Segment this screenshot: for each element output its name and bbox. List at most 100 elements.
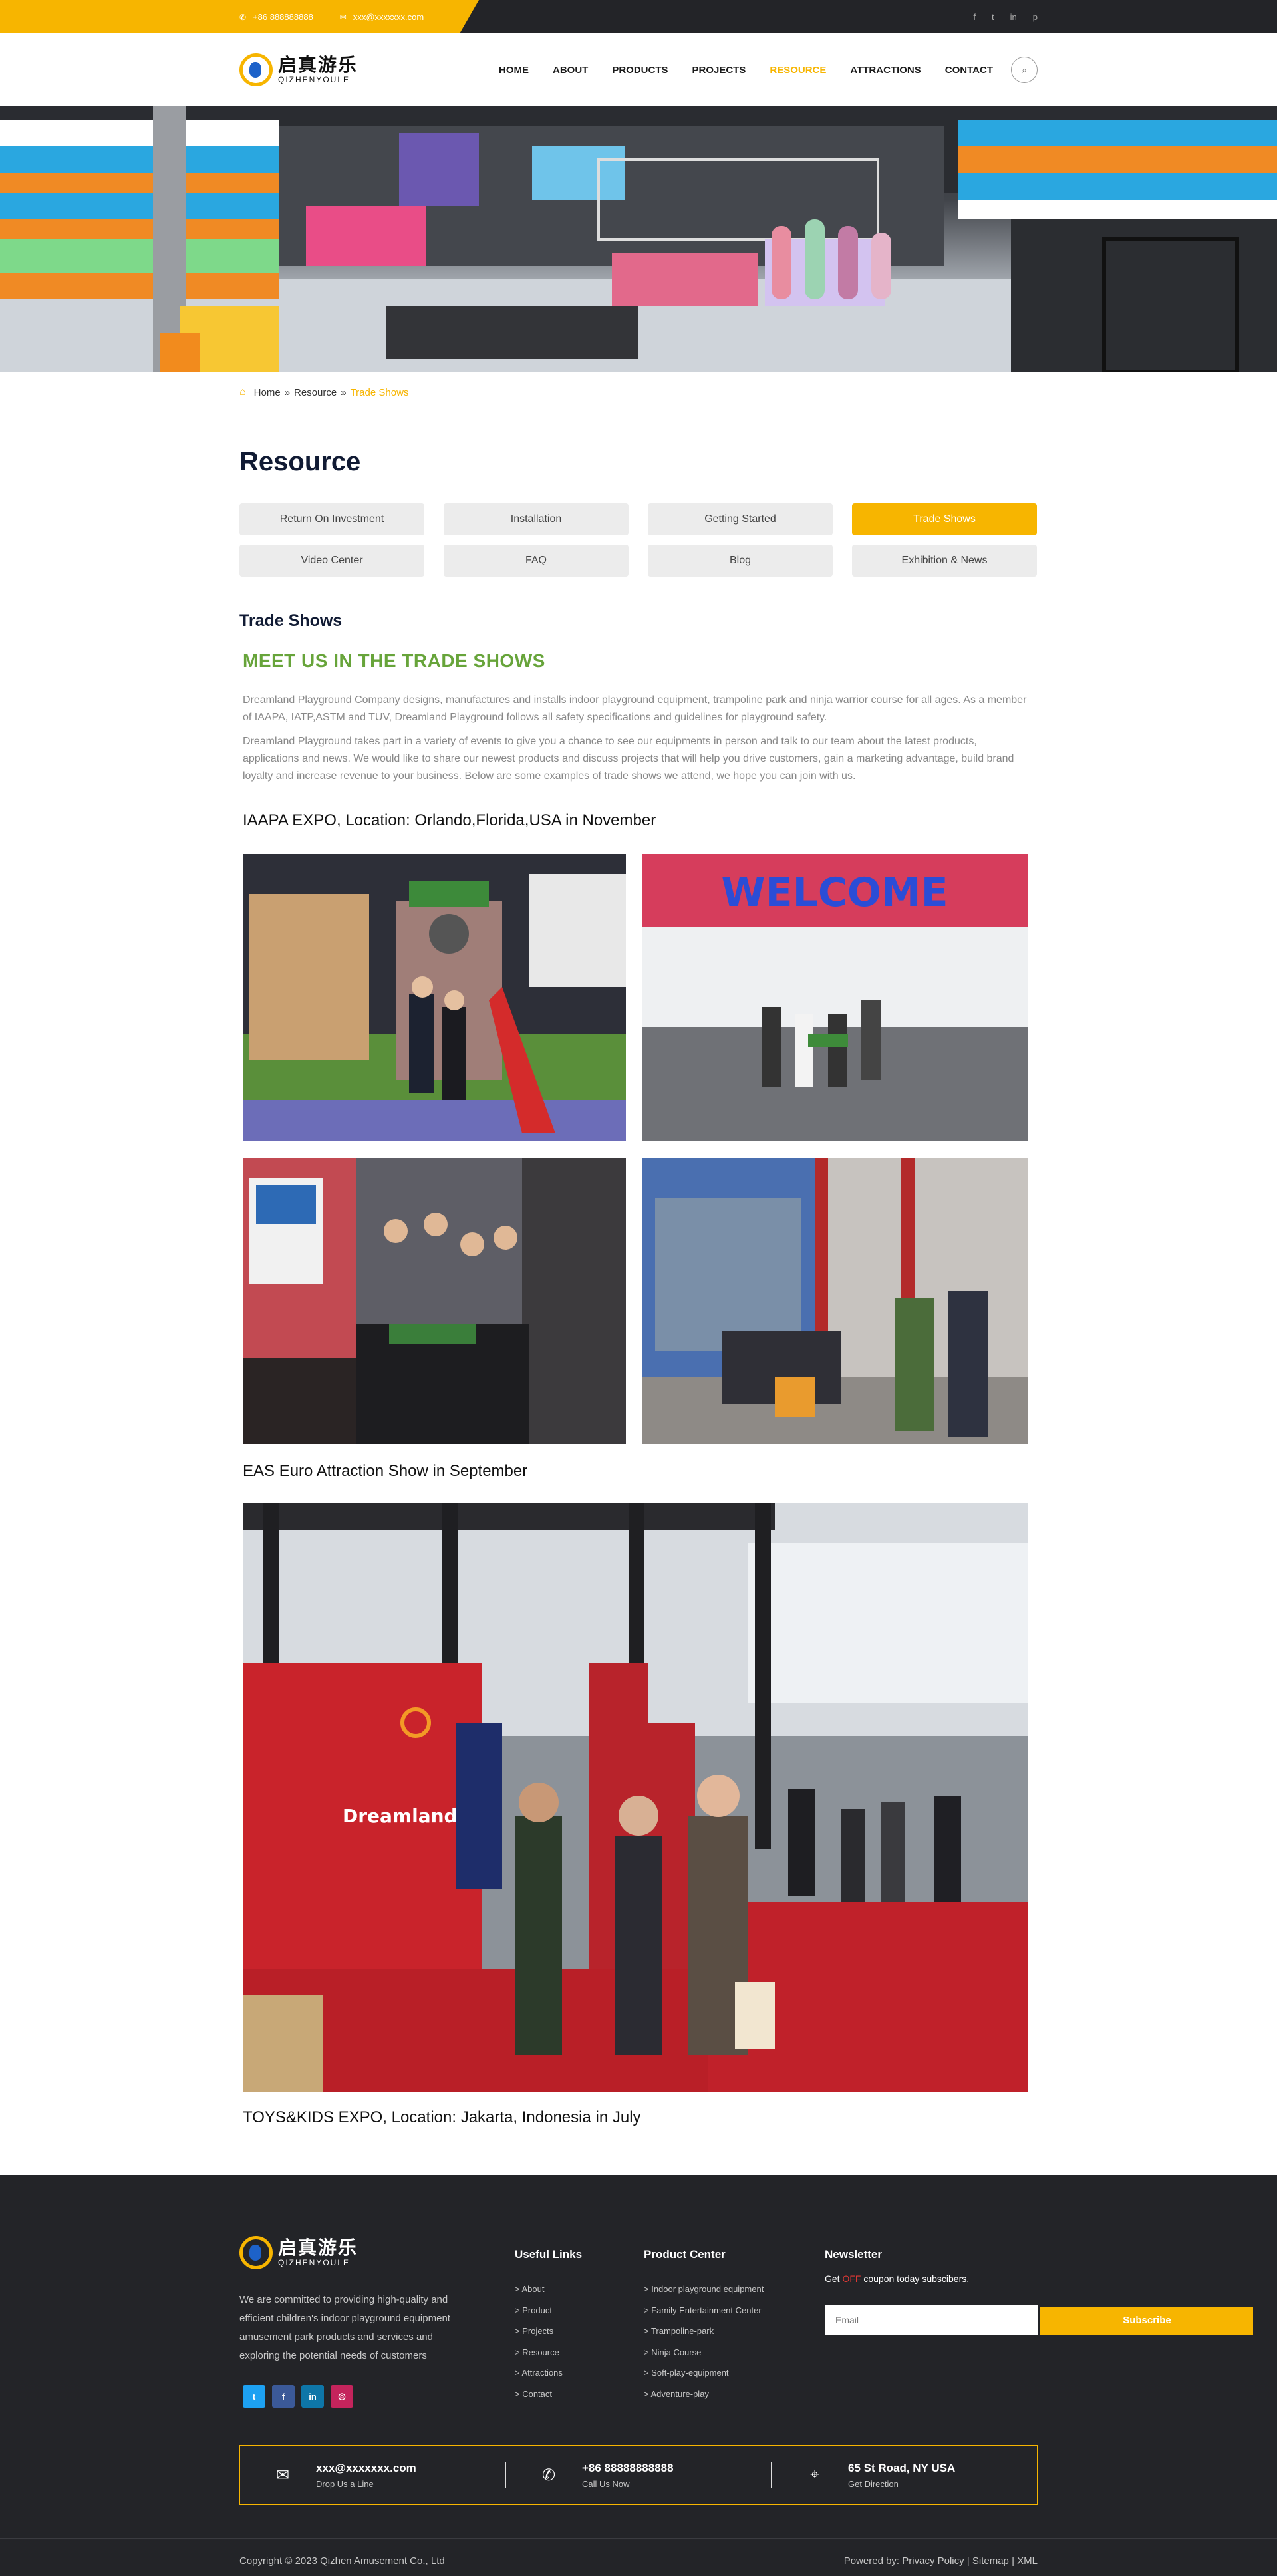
footer-logo-name-en: QIZHENYOULE [278, 2258, 351, 2267]
site-logo[interactable]: 启真游乐 QIZHENYOULE [239, 53, 499, 86]
events-paragraph: Dreamland Playground takes part in a var… [243, 736, 1014, 782]
breadcrumb-resource[interactable]: Resource [294, 387, 337, 398]
nav-item-home[interactable]: HOME [499, 65, 529, 76]
photo-toys-kids-booth[interactable]: Dreamland [243, 1503, 1028, 2092]
sitemap-link[interactable]: Sitemap [972, 2555, 1009, 2567]
footer-bottom: Copyright © 2023 Qizhen Amusement Co., L… [239, 2555, 1038, 2567]
breadcrumb-home[interactable]: Home [254, 387, 281, 398]
linkedin-icon[interactable]: in [301, 2385, 324, 2408]
footer-link[interactable]: > Trampoline-park [644, 2326, 764, 2347]
footer-socials: t f in ◎ [243, 2385, 353, 2408]
breadcrumb-separator: » [284, 386, 291, 398]
nav-item-contact[interactable]: CONTACT [945, 65, 993, 76]
tab-faq[interactable]: FAQ [444, 545, 629, 577]
contact-item[interactable]: ⌖ 65 St Road, NY USA Get Direction [771, 2461, 1037, 2489]
tab-video-center[interactable]: Video Center [239, 545, 424, 577]
copyright: Copyright © 2023 Qizhen Amusement Co., L… [239, 2555, 445, 2567]
nav-item-attractions[interactable]: ATTRACTIONS [850, 65, 921, 76]
footer-description: We are committed to providing high-quali… [239, 2294, 450, 2361]
photo-iaapa-welcome[interactable]: WELCOME [642, 854, 1028, 1141]
tab-installation[interactable]: Installation [444, 503, 629, 535]
facebook-icon[interactable]: f [272, 2385, 295, 2408]
footer-contact-box: ✉ xxx@xxxxxxx.com Drop Us a Line ✆ +86 88888… [239, 2445, 1038, 2505]
mail-icon: ✉ [275, 2466, 290, 2484]
footer-logo-name-cn: 启真游乐 [278, 2237, 358, 2258]
footer-link[interactable]: > Soft-play-equipment [644, 2368, 764, 2389]
footer-logo[interactable]: 启真游乐 QIZHENYOULE [239, 2236, 499, 2269]
twitter-icon[interactable]: t [992, 12, 994, 22]
contact-sub: Call Us Now [582, 2478, 630, 2489]
logo-mark-icon [239, 2236, 273, 2269]
footer-link[interactable]: > Resource [515, 2347, 582, 2368]
nav-item-products[interactable]: PRODUCTS [612, 65, 668, 76]
footer-link[interactable]: > Contact [515, 2389, 582, 2410]
breadcrumb-current: Trade Shows [350, 386, 409, 398]
tab-blog[interactable]: Blog [648, 545, 833, 577]
contact-item[interactable]: ✆ +86 88888888888 Call Us Now [505, 2461, 771, 2489]
privacy-link[interactable]: Privacy Policy [902, 2555, 964, 2567]
twitter-icon[interactable]: t [243, 2385, 265, 2408]
contact-sub: Get Direction [848, 2478, 899, 2489]
footer-newsletter: Newsletter Get OFF coupon today subscibe… [825, 2248, 1254, 2335]
footer-separator: | [1012, 2555, 1014, 2567]
trade-shows-heading: MEET US IN THE TRADE SHOWS [243, 650, 545, 671]
footer-link[interactable]: > Ninja Course [644, 2347, 764, 2368]
footer-link[interactable]: > Indoor playground equipment [644, 2284, 764, 2305]
xml-link[interactable]: XML [1017, 2555, 1038, 2567]
main-nav: HOME ABOUT PRODUCTS PROJECTS RESOURCE ATTRACT… [499, 65, 993, 76]
newsletter-text: Get OFF coupon today subscibers. [825, 2273, 970, 2284]
footer-divider [0, 2538, 1277, 2539]
contact-item[interactable]: ✉ xxx@xxxxxxx.com Drop Us a Line [240, 2461, 505, 2489]
tab-return-on-investment[interactable]: Return On Investment [239, 503, 424, 535]
breadcrumb: ⌂ Home » Resource » Trade Shows [0, 372, 1277, 412]
subscribe-button[interactable]: Subscribe [1040, 2306, 1254, 2335]
contact-main: 65 St Road, NY USA [848, 2461, 956, 2474]
location-icon: ⌖ [810, 2466, 819, 2484]
logo-mark-icon [239, 53, 273, 86]
contact-sub: Drop Us a Line [316, 2478, 374, 2489]
logo-name-cn: 启真游乐 [278, 55, 358, 75]
top-socials: f t in p [973, 0, 1038, 33]
linkedin-icon[interactable]: in [1010, 12, 1017, 22]
top-email[interactable]: ✉ xxx@xxxxxxx.com [340, 12, 424, 22]
welcome-sign: WELCOME [721, 869, 948, 916]
search-button[interactable]: ⌕ [1011, 57, 1038, 83]
main-content: Resource Return On Investment Installatio… [239, 447, 1038, 785]
product-center-title: Product Center [644, 2248, 726, 2261]
breadcrumb-separator: » [341, 386, 347, 398]
home-icon[interactable]: ⌂ [239, 386, 246, 398]
footer-link[interactable]: > Projects [515, 2326, 582, 2347]
contact-main: +86 88888888888 [582, 2461, 674, 2474]
nav-item-projects[interactable]: PROJECTS [692, 65, 746, 76]
newsletter-email-input[interactable] [825, 2305, 1038, 2335]
tab-trade-shows[interactable]: Trade Shows [852, 503, 1037, 535]
contact-main: xxx@xxxxxxx.com [316, 2461, 416, 2474]
useful-links-title: Useful Links [515, 2248, 583, 2261]
tab-exhibition-news[interactable]: Exhibition & News [852, 545, 1037, 577]
page-title: Resource [239, 447, 361, 476]
instagram-icon[interactable]: ◎ [331, 2385, 353, 2408]
show-caption-eas: EAS Euro Attraction Show in September [243, 1462, 528, 1480]
logo-name-en: QIZHENYOULE [278, 75, 351, 84]
photo-iaapa-booth-visitors[interactable] [642, 1158, 1028, 1444]
tab-getting-started[interactable]: Getting Started [648, 503, 833, 535]
nav-item-resource[interactable]: RESOURCE [770, 65, 826, 76]
newsletter-title: Newsletter [825, 2248, 882, 2261]
footer-link[interactable]: > Family Entertainment Center [644, 2305, 764, 2327]
nav-item-about[interactable]: ABOUT [553, 65, 588, 76]
footer-link[interactable]: > Adventure-play [644, 2389, 764, 2410]
footer-link[interactable]: > About [515, 2284, 582, 2305]
phone-icon: ✆ [541, 2466, 556, 2484]
footer-link[interactable]: > Attractions [515, 2368, 582, 2389]
photo-iaapa-team[interactable] [243, 1158, 626, 1444]
section-title: Trade Shows [239, 611, 343, 630]
intro-paragraph: Dreamland Playground Company designs, ma… [243, 694, 1027, 723]
booth-sign: Dreamland [343, 1805, 458, 1827]
photo-iaapa-booth[interactable] [243, 854, 626, 1141]
facebook-icon[interactable]: f [973, 12, 976, 22]
top-phone[interactable]: ✆ +86 888888888 [239, 12, 313, 22]
footer-link[interactable]: > Product [515, 2305, 582, 2327]
search-icon: ⌕ [1022, 64, 1027, 75]
site-header: 启真游乐 QIZHENYOULE HOME ABOUT PRODUCTS PROJEC… [0, 33, 1277, 106]
pinterest-icon[interactable]: p [1033, 12, 1038, 22]
